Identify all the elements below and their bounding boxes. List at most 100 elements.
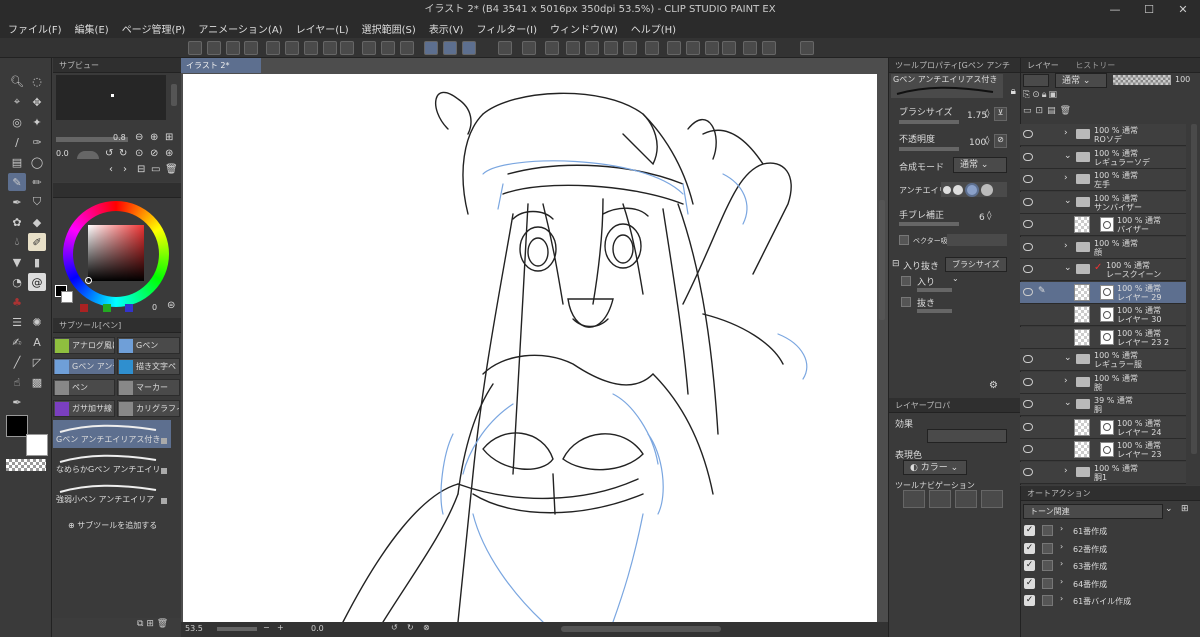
taper-out-slider[interactable] [917, 309, 952, 313]
eye-icon[interactable] [1023, 377, 1033, 386]
flip-h-icon[interactable]: ⊘ [150, 148, 158, 159]
trash-icon[interactable]: 🗑︎ [165, 164, 178, 175]
eye-icon[interactable] [1023, 265, 1033, 273]
pencil-icon[interactable]: ✏ [28, 173, 46, 191]
nav-button-2[interactable] [929, 490, 951, 508]
operation-icon[interactable]: ⌖ [8, 93, 26, 111]
mask-icon[interactable]: ▣ [1049, 90, 1058, 106]
antialias-weak[interactable] [953, 184, 963, 195]
cmd-redo-icon[interactable] [226, 41, 240, 55]
autoaction-settings-icon[interactable]: ⊞ [1181, 504, 1189, 514]
subview-scrollbar[interactable] [171, 84, 177, 106]
new-subtool-icon[interactable]: ⊞ [146, 619, 154, 629]
status-zoom-slider[interactable] [217, 627, 257, 631]
antialias-none[interactable] [943, 185, 951, 194]
drawing-canvas[interactable] [183, 74, 877, 622]
delete-layer-icon[interactable]: 🗑︎ [1060, 106, 1071, 122]
zoom-in-icon[interactable]: ⊕ [150, 132, 158, 143]
opacity-stepper[interactable]: ◊ [985, 136, 989, 146]
maximize-button[interactable]: ☐ [1132, 0, 1166, 19]
layer-row[interactable]: ⌄ 100 % 通常 レギュラーソデ [1020, 146, 1186, 169]
eye-icon[interactable] [1023, 175, 1033, 183]
subtool-group-6[interactable]: ガサ加サ線 [53, 400, 115, 417]
check-icon[interactable]: ✓ [1024, 542, 1035, 554]
decoration-icon[interactable]: ✿ [8, 213, 26, 231]
minimize-button[interactable]: — [1098, 0, 1132, 19]
new-raster-icon[interactable]: ▭ [1023, 106, 1032, 122]
cmd-print-icon[interactable] [244, 41, 258, 55]
fit-icon[interactable]: ⊞ [165, 132, 173, 143]
gradient-icon[interactable]: ▮ [28, 253, 46, 271]
airbrush-icon[interactable]: ⛉ [28, 193, 46, 211]
vector-snap-options[interactable] [947, 234, 1007, 246]
opacity-slider[interactable] [899, 147, 959, 151]
eye-icon[interactable] [1023, 130, 1033, 138]
opacity-value[interactable]: 100 [969, 138, 986, 148]
pen-tool-icon[interactable]: ✎ [8, 173, 26, 191]
layer-row[interactable]: › 100 % 通常腕 [1020, 371, 1186, 394]
subtool-group-5[interactable]: マーカー [117, 379, 180, 396]
autoaction-set-select[interactable]: トーン関連 [1023, 504, 1163, 519]
cmd-transform-icon[interactable] [266, 41, 280, 55]
eye-icon[interactable] [1023, 422, 1033, 431]
zoom-out-icon[interactable]: ⊖ [135, 132, 143, 143]
zoom-icon[interactable]: 🔍︎ [8, 72, 26, 90]
layer-row[interactable]: › 100 % 通常顔 [1020, 236, 1186, 259]
brush-item[interactable]: なめらかGペン アンチエイリ [53, 450, 171, 478]
line-icon[interactable]: ╱ [8, 353, 26, 371]
subview-preview[interactable] [56, 75, 166, 120]
chevron-down-icon[interactable]: ⌄ [1064, 263, 1072, 273]
eye-icon[interactable] [1023, 287, 1033, 296]
layer-row[interactable]: › 100 % 通常 左手 [1020, 169, 1186, 191]
next-icon[interactable]: › [123, 164, 127, 175]
layer-row[interactable]: 100 % 通常 レイヤー 23 [1020, 439, 1186, 461]
cmd-snap-line-icon[interactable] [443, 41, 457, 55]
burst-icon[interactable]: ✺ [28, 313, 46, 331]
cmd-crop-icon[interactable] [304, 41, 318, 55]
nav-button-1[interactable] [903, 490, 925, 508]
horizontal-scrollbar[interactable] [561, 626, 721, 632]
import-icon[interactable]: ⊟ [137, 164, 145, 175]
brush-size-slider[interactable] [899, 120, 959, 124]
reset-rotate-icon[interactable]: ⊙ [135, 148, 143, 159]
sub-color-swatch[interactable] [26, 434, 48, 456]
rotate-left-icon[interactable]: ↺ [105, 148, 113, 159]
antialias-strong[interactable] [981, 183, 993, 196]
layer-row[interactable]: ⌄ 100 % 通常 レギュラー服 [1020, 349, 1186, 371]
cmd-import-icon[interactable] [545, 41, 559, 55]
history-tab[interactable]: ヒストリー [1075, 61, 1115, 70]
ruler-icon[interactable]: @ [28, 273, 46, 291]
menu-page[interactable]: ページ管理(P) [122, 21, 186, 36]
main-color-swatch[interactable] [6, 415, 28, 437]
layer-row[interactable]: 100 % 通常 レイヤー 30 [1020, 304, 1186, 326]
frame-icon[interactable]: ▤ [8, 153, 26, 171]
ref-icon[interactable]: ⊙ [1032, 90, 1040, 106]
layer-row[interactable]: ✎ 100 % 通常 レイヤー 29 [1020, 281, 1186, 304]
magic-wand-icon[interactable]: ✦ [28, 113, 46, 131]
cmd-panel-icon[interactable] [585, 41, 599, 55]
folder-icon[interactable]: ▭ [151, 164, 160, 175]
eye-icon[interactable] [1023, 445, 1033, 453]
menu-layer[interactable]: レイヤー(L) [296, 21, 349, 36]
eye-icon[interactable] [1023, 242, 1033, 251]
layer-opacity-slider[interactable] [1113, 75, 1171, 85]
subtool-group-0[interactable]: アナログ風に [53, 337, 115, 354]
status-rotate-left-icon[interactable]: ↺ [391, 623, 398, 632]
add-subtool-button[interactable]: ⊕ サブツールを追加する [68, 520, 157, 531]
fill-icon[interactable]: ✐ [28, 233, 46, 251]
menu-selection[interactable]: 選択範囲(S) [362, 21, 416, 36]
chevron-right-icon[interactable]: › [1060, 524, 1063, 533]
blend-mode-select[interactable]: 通常 ⌄ [953, 157, 1007, 173]
cmd-ruler-icon[interactable] [400, 41, 414, 55]
chevron-right-icon[interactable]: › [1064, 128, 1068, 138]
chevron-down-icon[interactable]: ⌄ [1064, 398, 1072, 408]
brush-item[interactable]: 強弱小ペン アンチエイリア [53, 480, 171, 508]
cmd-share-icon[interactable] [566, 41, 580, 55]
autoaction-row[interactable]: ✓ › 62番作成 [1020, 540, 1190, 558]
cmd-layer-icon[interactable] [686, 41, 700, 55]
green-chip[interactable] [103, 304, 111, 312]
chevron-right-icon[interactable]: › [1064, 173, 1068, 183]
mini-sub-color[interactable] [61, 291, 73, 303]
lock-icon[interactable]: 🔒︎ [1011, 86, 1016, 97]
layer-row[interactable]: ⌄ 39 % 通常胴 [1020, 394, 1186, 416]
